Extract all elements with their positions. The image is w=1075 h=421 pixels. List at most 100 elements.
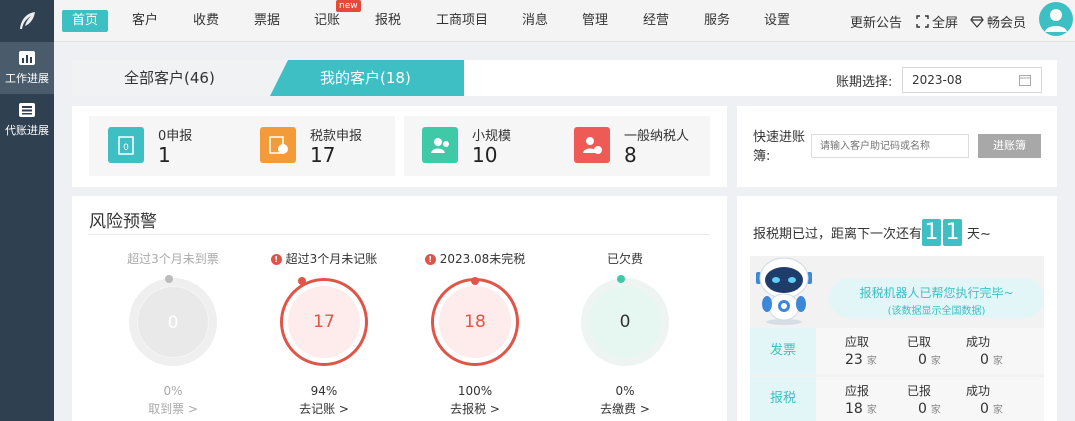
vip-label: 畅会员 [987, 16, 1027, 31]
nav-customers[interactable]: 客户 [122, 10, 168, 32]
nav-bookkeeping[interactable]: 记账 [304, 10, 350, 32]
col-header: 已报 [907, 384, 932, 398]
sidebar-item-label: 代账进展 [5, 123, 49, 137]
col-header: 成功 [966, 384, 991, 398]
risk-count: 0 [589, 286, 661, 358]
row-tag[interactable]: 报税 [750, 377, 816, 421]
risk-label: 超过3个月未记账 [285, 252, 378, 266]
risk-percent: 0% [163, 384, 183, 398]
tax-declare-icon [260, 127, 296, 163]
avatar[interactable] [1039, 2, 1073, 36]
app-logo[interactable] [0, 0, 54, 42]
ring-dot [298, 277, 306, 285]
stat-value: 8 [624, 143, 637, 167]
cell-value: 18 家 [845, 401, 877, 417]
risk-title: 风险预警 [89, 212, 157, 232]
stat-label: 0申报 [158, 129, 193, 144]
nav-charges[interactable]: 收费 [183, 10, 229, 32]
risk-ring: 0 [129, 275, 217, 366]
nav-business-projects[interactable]: 工商项目 [426, 10, 498, 32]
sidebar-item-bookkeeping-progress[interactable]: 代账进展 [0, 94, 54, 146]
left-rail: 工作进展 代账进展 [0, 0, 54, 421]
ring-dot [471, 277, 479, 285]
countdown-suffix: 天~ [967, 227, 991, 242]
nav-settings[interactable]: 设置 [754, 10, 800, 32]
stat-label: 税款申报 [310, 129, 363, 144]
announcement-link[interactable]: 更新公告 [850, 12, 902, 31]
quick-ledger-input[interactable] [811, 134, 969, 158]
row-tag[interactable]: 发票 [750, 328, 816, 374]
fullscreen-icon [916, 15, 929, 28]
zero-declare-icon: 0 [108, 127, 144, 163]
ring-dot [165, 275, 173, 283]
cell-value: 0家 [918, 401, 941, 417]
fullscreen-button[interactable]: 全屏 [916, 12, 958, 31]
nav-bills[interactable]: 票据 [244, 10, 290, 32]
risk-item-no-invoice: 超过3个月未到票 0 0% 取到票 > [103, 250, 243, 417]
robot-table-row-tax: 报税 应报 已报 成功 18 家 0家 0家 [750, 377, 1044, 421]
period-label: 账期选择: [836, 75, 893, 90]
risk-action-link[interactable]: 去记账 > [254, 400, 394, 417]
diamond-icon [970, 15, 984, 28]
list-icon [19, 102, 35, 117]
robot-mascot-icon [756, 257, 812, 325]
risk-count: 18 [439, 286, 511, 358]
quick-ledger-button[interactable]: 进账簿 [978, 134, 1041, 158]
risk-item-unbooked: ! 超过3个月未记账 17 94% 去记账 > [254, 250, 394, 417]
countdown-digit: 1 [943, 219, 963, 246]
risk-ring: 17 [280, 277, 368, 366]
cell-value: 23 家 [845, 352, 877, 368]
svg-text:0: 0 [123, 143, 129, 153]
nav-tax-filing[interactable]: 报税 [365, 10, 411, 32]
chart-icon [19, 50, 35, 65]
col-header: 应取 [845, 335, 870, 349]
nav-management[interactable]: 管理 [572, 10, 618, 32]
sidebar-item-work-progress[interactable]: 工作进展 [0, 42, 54, 94]
warning-icon: ! [270, 253, 282, 265]
stat-value: 1 [158, 143, 171, 167]
stat-value: 10 [472, 143, 498, 167]
risk-label: 已欠费 [606, 252, 643, 266]
quick-ledger-label: 快速进账簿: [753, 130, 806, 164]
robot-table-row-invoice: 发票 应取 已取 成功 23 家 0家 0家 [750, 328, 1044, 374]
risk-percent: 0% [615, 384, 635, 398]
announcement-label: 更新公告 [850, 16, 903, 31]
risk-ring: 0 [581, 275, 669, 366]
nav-messages[interactable]: 消息 [512, 10, 558, 32]
risk-ring: 18 [431, 277, 519, 366]
cell-value: 0家 [980, 401, 1003, 417]
vip-member-button[interactable]: 畅会员 [970, 12, 1026, 31]
robot-status-note: (该数据显示全国数据) [887, 306, 986, 317]
cell-value: 0家 [918, 352, 941, 368]
nav-operations[interactable]: 经营 [633, 10, 679, 32]
risk-item-untaxed: ! 2023.08未完税 18 100% 去报税 > [405, 250, 545, 417]
risk-item-arrears: 已欠费 0 0% 去缴费 > [555, 250, 695, 417]
nav-home[interactable]: 首页 [62, 10, 109, 32]
period-select[interactable]: 2023-08 [902, 67, 1042, 93]
col-header: 应报 [845, 384, 870, 398]
general-taxpayer-icon [574, 127, 610, 163]
risk-action-link[interactable]: 去缴费 > [555, 400, 695, 417]
small-scale-icon [422, 127, 458, 163]
risk-percent: 94% [310, 384, 338, 398]
user-avatar-icon [1045, 9, 1067, 32]
sidebar-item-label: 工作进展 [5, 71, 49, 85]
risk-action-link[interactable]: 去报税 > [405, 400, 545, 417]
col-header: 已取 [907, 335, 932, 349]
fullscreen-label: 全屏 [932, 16, 959, 31]
warning-icon: ! [424, 253, 436, 265]
risk-action-link[interactable]: 取到票 > [103, 400, 243, 417]
countdown-digit: 1 [922, 219, 942, 246]
period-value: 2023-08 [912, 73, 963, 87]
stat-label: 小规模 [472, 129, 512, 144]
cell-value: 0家 [980, 352, 1003, 368]
tab-all-label: 全部客户(46) [124, 69, 215, 87]
risk-count: 17 [288, 286, 360, 358]
col-header: 成功 [966, 335, 991, 349]
risk-label: 超过3个月未到票 [127, 252, 219, 266]
tab-mine-label: 我的客户(18) [320, 69, 411, 87]
stat-value: 17 [310, 143, 336, 167]
feather-logo-icon [20, 12, 35, 29]
nav-services[interactable]: 服务 [694, 10, 740, 32]
robot-status-text: 报税机器人已帮您执行完毕~ [859, 286, 1014, 300]
